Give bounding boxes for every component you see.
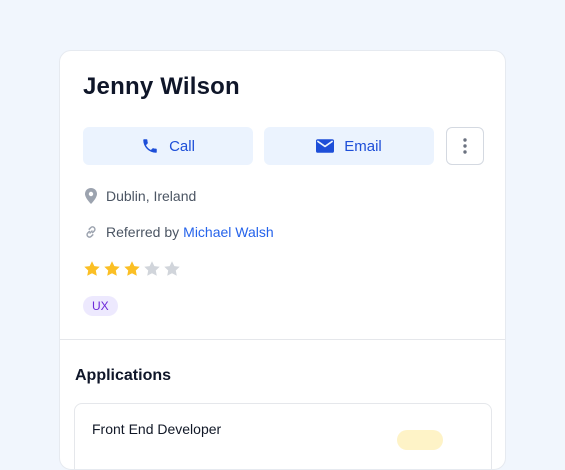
call-button[interactable]: Call xyxy=(83,127,253,165)
rating-stars xyxy=(83,260,183,278)
application-item[interactable]: Front End Developer xyxy=(74,403,492,469)
email-button[interactable]: Email xyxy=(264,127,434,165)
candidate-name: Jenny Wilson xyxy=(83,73,240,100)
location-text: Dublin, Ireland xyxy=(106,188,197,204)
call-label: Call xyxy=(169,137,195,155)
section-divider xyxy=(60,339,505,340)
star-icon xyxy=(103,260,121,278)
location-row: Dublin, Ireland xyxy=(84,188,196,204)
phone-icon xyxy=(141,137,159,155)
skill-tag: UX xyxy=(83,296,118,316)
mail-icon xyxy=(316,139,335,153)
candidate-card: Jenny Wilson Call Email Dublin, Ireland … xyxy=(59,50,506,470)
star-icon xyxy=(123,260,141,278)
more-options-button[interactable] xyxy=(446,127,484,165)
referral-prefix: Referred by xyxy=(106,224,180,240)
more-vertical-icon xyxy=(463,138,467,154)
email-label: Email xyxy=(344,137,382,155)
referrer-link[interactable]: Michael Walsh xyxy=(183,224,274,240)
map-pin-icon xyxy=(84,188,98,204)
referral-row: Referred by Michael Walsh xyxy=(84,224,274,240)
link-icon xyxy=(84,225,98,239)
star-icon xyxy=(83,260,101,278)
star-icon xyxy=(163,260,181,278)
applications-heading: Applications xyxy=(75,367,172,384)
application-status-badge xyxy=(397,430,443,450)
application-title: Front End Developer xyxy=(92,421,222,437)
star-icon xyxy=(143,260,161,278)
